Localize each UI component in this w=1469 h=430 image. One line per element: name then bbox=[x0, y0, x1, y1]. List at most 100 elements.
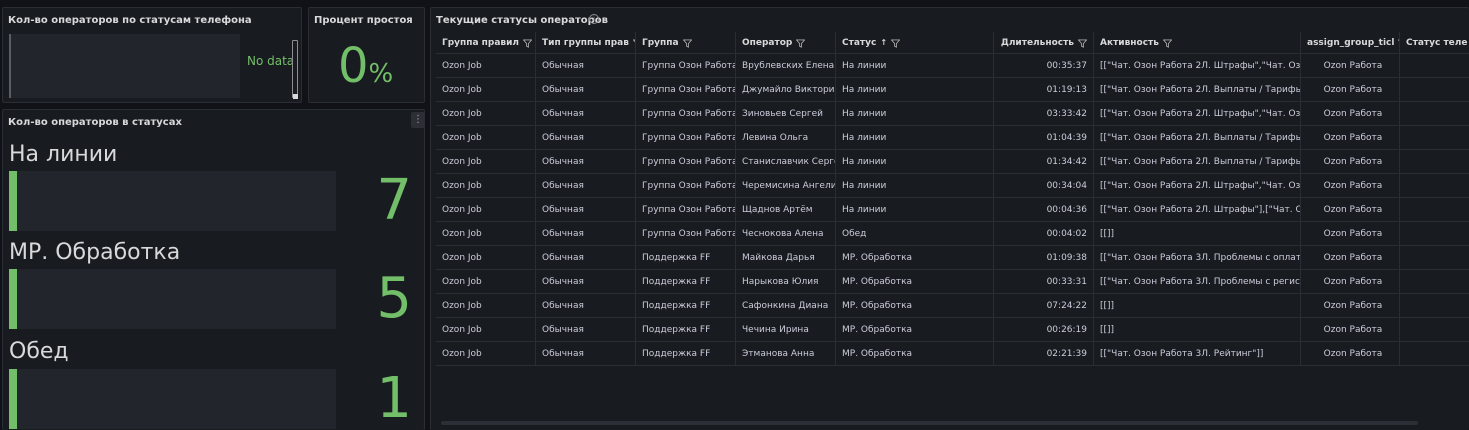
table-cell bbox=[1400, 102, 1469, 125]
table-header-row: Группа правил Тип группы прав Группа Операт… bbox=[436, 32, 1469, 54]
table-cell: Ozon Работа bbox=[1301, 54, 1400, 77]
status-label: МР. Обработка bbox=[9, 240, 181, 265]
status-value: 5 bbox=[376, 266, 412, 331]
table-cell: [[]] bbox=[1094, 222, 1301, 245]
table-cell: 00:35:37 bbox=[994, 54, 1094, 77]
filter-icon[interactable] bbox=[523, 38, 533, 48]
table-row[interactable]: Ozon Job Обычная Группа Озон Работа Зиновье… bbox=[436, 102, 1469, 126]
table-row[interactable]: Ozon Job Обычная Группа Озон Работа Врублев… bbox=[436, 54, 1469, 78]
panel-menu-icon[interactable]: ⋮ bbox=[411, 112, 424, 128]
table-cell: Ozon Работа bbox=[1301, 126, 1400, 149]
table-cell: [[]] bbox=[1094, 318, 1301, 341]
table-cell: 00:04:02 bbox=[994, 222, 1094, 245]
table-cell: Обед bbox=[836, 222, 994, 245]
table-row[interactable]: Ozon Job Обычная Поддержка FF Чечина Ирина М… bbox=[436, 318, 1469, 342]
table-cell: Поддержка FF bbox=[636, 294, 736, 317]
table-cell: Поддержка FF bbox=[636, 342, 736, 365]
column-header[interactable]: Статус теле bbox=[1400, 32, 1469, 53]
column-header-label: Статус теле bbox=[1406, 37, 1468, 48]
table-cell: Ozon Работа bbox=[1301, 150, 1400, 173]
table-cell: На линии bbox=[836, 198, 994, 221]
table-cell: Ozon Job bbox=[436, 270, 536, 293]
filter-icon[interactable] bbox=[1078, 38, 1087, 48]
column-header[interactable]: Статус ↑ bbox=[836, 32, 994, 53]
table-row[interactable]: Ozon Job Обычная Поддержка FF Нарыкова Юлия… bbox=[436, 270, 1469, 294]
table-row[interactable]: Ozon Job Обычная Группа Озон Работа Станисл… bbox=[436, 150, 1469, 174]
filter-icon[interactable] bbox=[682, 38, 692, 48]
table-cell: Сафонкина Диана bbox=[736, 294, 836, 317]
column-header[interactable]: Тип группы прав bbox=[536, 32, 636, 53]
scrollbar[interactable] bbox=[292, 40, 298, 98]
table-cell: 01:34:42 bbox=[994, 150, 1094, 173]
table-cell: Ozon Работа bbox=[1301, 78, 1400, 101]
column-header-label: Длительность bbox=[1000, 37, 1074, 48]
table-cell: Ozon Работа bbox=[1301, 294, 1400, 317]
panel-title: Кол-во операторов в статусах bbox=[8, 117, 182, 128]
table-cell: Обычная bbox=[536, 270, 636, 293]
table-cell: Обычная bbox=[536, 174, 636, 197]
table-cell: Ozon Работа bbox=[1301, 318, 1400, 341]
table-cell: 00:26:19 bbox=[994, 318, 1094, 341]
sort-asc-icon[interactable]: ↑ bbox=[880, 38, 887, 47]
filter-icon[interactable] bbox=[796, 38, 806, 48]
idle-value: 0% bbox=[338, 38, 393, 102]
table-cell: 03:33:42 bbox=[994, 102, 1094, 125]
table-cell bbox=[1400, 78, 1469, 101]
table-cell: Ozon Job bbox=[436, 150, 536, 173]
table-cell bbox=[1400, 318, 1469, 341]
table-cell: Обычная bbox=[536, 222, 636, 245]
table-cell: МР. Обработка bbox=[836, 342, 994, 365]
table-cell: [["Чат. Озон Работа 2Л. Штрафы","Чат. Оз… bbox=[1094, 102, 1301, 125]
table-cell: Черемисина Ангели bbox=[736, 174, 836, 197]
table-cell: [[]] bbox=[1094, 294, 1301, 317]
operators-table: Группа правил Тип группы прав Группа Операт… bbox=[436, 32, 1469, 366]
table-row[interactable]: Ozon Job Обычная Группа Озон Работа Джумайл… bbox=[436, 78, 1469, 102]
table-cell: 07:24:22 bbox=[994, 294, 1094, 317]
idle-percent-panel: Процент простоя 0% bbox=[308, 7, 425, 103]
table-cell: Обычная bbox=[536, 294, 636, 317]
column-header[interactable]: Оператор bbox=[736, 32, 836, 53]
column-header[interactable]: assign_group_ticl bbox=[1301, 32, 1400, 53]
table-row[interactable]: Ozon Job Обычная Группа Озон Работа Черемис… bbox=[436, 174, 1469, 198]
table-cell: 00:04:36 bbox=[994, 198, 1094, 221]
table-cell bbox=[1400, 342, 1469, 365]
column-header[interactable]: Длительность bbox=[994, 32, 1094, 53]
table-row[interactable]: Ozon Job Обычная Группа Озон Работа Щаднов … bbox=[436, 198, 1469, 222]
table-cell: 01:19:13 bbox=[994, 78, 1094, 101]
column-header[interactable]: Активность bbox=[1094, 32, 1301, 53]
table-cell: На линии bbox=[836, 174, 994, 197]
table-row[interactable]: Ozon Job Обычная Поддержка FF Сафонкина Диа… bbox=[436, 294, 1469, 318]
operators-table-panel: Текущие статусы операторов i Группа прав… bbox=[430, 7, 1469, 430]
table-row[interactable]: Ozon Job Обычная Поддержка FF Этманова Анна… bbox=[436, 342, 1469, 366]
column-header-label: Активность bbox=[1100, 37, 1159, 48]
table-cell bbox=[1400, 222, 1469, 245]
column-header[interactable]: Группа правил bbox=[436, 32, 536, 53]
filter-icon[interactable] bbox=[891, 38, 901, 48]
table-cell: Ozon Job bbox=[436, 78, 536, 101]
table-cell: Джумайло Виктория bbox=[736, 78, 836, 101]
filter-icon[interactable] bbox=[1162, 38, 1172, 48]
info-icon[interactable]: i bbox=[589, 14, 599, 24]
table-cell bbox=[1400, 150, 1469, 173]
table-cell bbox=[1400, 246, 1469, 269]
table-cell: Поддержка FF bbox=[636, 270, 736, 293]
table-cell: Ozon Job bbox=[436, 222, 536, 245]
table-row[interactable]: Ozon Job Обычная Группа Озон Работа Чесноко… bbox=[436, 222, 1469, 246]
no-data-label: No data bbox=[247, 54, 295, 68]
table-cell bbox=[1400, 174, 1469, 197]
status-label: Обед bbox=[9, 339, 69, 364]
horizontal-scrollbar[interactable] bbox=[441, 421, 1418, 425]
table-row[interactable]: Ozon Job Обычная Группа Озон Работа Левина … bbox=[436, 126, 1469, 150]
column-header-label: Тип группы прав bbox=[542, 37, 629, 48]
column-header[interactable]: Группа bbox=[636, 32, 736, 53]
table-cell: Обычная bbox=[536, 198, 636, 221]
table-row[interactable]: Ozon Job Обычная Поддержка FF Майкова Дарья… bbox=[436, 246, 1469, 270]
scrollbar-thumb[interactable] bbox=[293, 94, 298, 99]
table-cell: Левина Ольга bbox=[736, 126, 836, 149]
status-label: На линии bbox=[9, 142, 118, 167]
table-cell: Группа Озон Работа bbox=[636, 78, 736, 101]
phone-status-panel: Кол-во операторов по статусам телефона N… bbox=[2, 7, 302, 103]
table-cell: Ozon Работа bbox=[1301, 222, 1400, 245]
table-cell: Группа Озон Работа bbox=[636, 150, 736, 173]
status-bar bbox=[9, 171, 336, 231]
